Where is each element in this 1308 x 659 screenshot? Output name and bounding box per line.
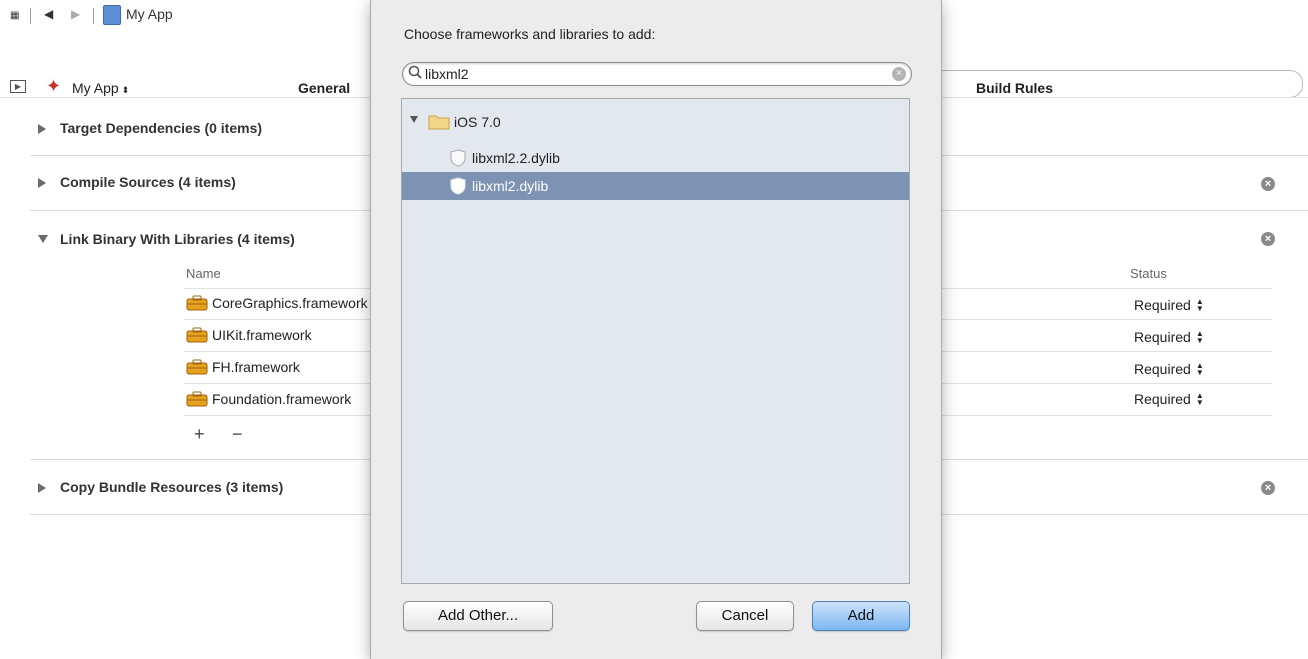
disclosure-triangle-icon[interactable] (38, 483, 46, 493)
disclosure-triangle-expanded-icon[interactable] (38, 235, 48, 243)
back-arrow-icon[interactable]: ◀ (44, 6, 53, 22)
chevron-updown-icon: ⬍ (121, 85, 130, 95)
framework-toolbox-icon (186, 327, 208, 343)
project-file-icon (103, 5, 121, 25)
framework-list[interactable]: iOS 7.0 libxml2.2.dylib libxml2.dylib (401, 98, 910, 584)
library-item-name: libxml2.2.dylib (472, 150, 560, 166)
separator (93, 8, 94, 24)
status-selector[interactable]: Required ▲ ▼ (1134, 391, 1204, 407)
disclosure-triangle-icon[interactable] (38, 178, 46, 188)
library-shield-icon (450, 177, 466, 198)
list-item[interactable]: libxml2.2.dylib (402, 144, 909, 172)
folder-icon (428, 113, 450, 133)
add-frameworks-sheet: Choose frameworks and libraries to add: … (371, 0, 941, 659)
add-button[interactable]: Add (812, 601, 910, 631)
add-other-button[interactable]: Add Other... (403, 601, 553, 631)
sheet-title: Choose frameworks and libraries to add: (404, 26, 656, 42)
stepper-icon: ▲ ▼ (1195, 297, 1204, 313)
target-selector[interactable]: My App ⬍ (72, 80, 129, 96)
target-name: My App (72, 80, 119, 96)
table-row[interactable]: CoreGraphics.framework (186, 295, 368, 311)
list-item-selected[interactable]: libxml2.dylib (402, 172, 909, 200)
app-target-icon: ✦ (46, 76, 62, 96)
framework-toolbox-icon (186, 295, 208, 311)
delete-phase-icon[interactable]: × (1261, 177, 1275, 191)
table-row[interactable]: Foundation.framework (186, 391, 351, 407)
phase-copy-bundle-resources[interactable]: Copy Bundle Resources (3 items) (60, 479, 283, 495)
disclosure-triangle-icon[interactable] (38, 124, 46, 134)
status-value: Required (1134, 391, 1191, 407)
group-label: iOS 7.0 (454, 114, 501, 130)
table-row[interactable]: FH.framework (186, 359, 300, 375)
search-input[interactable]: libxml2 (425, 66, 469, 82)
library-name: UIKit.framework (212, 327, 312, 343)
stepper-icon: ▲ ▼ (1195, 391, 1204, 407)
build-phases-filter-field[interactable] (930, 70, 1303, 98)
disclosure-triangle-expanded-icon[interactable] (410, 116, 418, 123)
cancel-button[interactable]: Cancel (696, 601, 794, 631)
status-value: Required (1134, 297, 1191, 313)
column-header-name[interactable]: Name (186, 266, 221, 281)
framework-toolbox-icon (186, 391, 208, 407)
search-icon (408, 65, 422, 82)
library-shield-icon (450, 149, 466, 170)
delete-phase-icon[interactable]: × (1261, 232, 1275, 246)
stepper-icon: ▲ ▼ (1195, 361, 1204, 377)
sidebar-toggle-icon[interactable]: ▶ (10, 80, 26, 93)
list-group-row[interactable]: iOS 7.0 (402, 109, 909, 137)
library-name: Foundation.framework (212, 391, 352, 407)
status-selector[interactable]: Required ▲ ▼ (1134, 329, 1204, 345)
status-value: Required (1134, 361, 1191, 377)
column-header-status[interactable]: Status (1130, 266, 1167, 281)
remove-library-button[interactable]: − (232, 424, 243, 445)
clear-search-icon[interactable]: × (892, 67, 906, 81)
library-item-name: libxml2.dylib (472, 178, 549, 194)
tab-general[interactable]: General (298, 80, 350, 96)
framework-search-field[interactable]: libxml2 × (402, 62, 912, 86)
framework-toolbox-icon (186, 359, 208, 375)
separator (30, 8, 31, 24)
library-name: FH.framework (212, 359, 300, 375)
table-row[interactable]: UIKit.framework (186, 327, 312, 343)
phase-link-binary[interactable]: Link Binary With Libraries (4 items) (60, 231, 295, 247)
phase-compile-sources[interactable]: Compile Sources (4 items) (60, 174, 236, 190)
library-name: CoreGraphics.framework (212, 295, 368, 311)
add-library-button[interactable]: + (194, 424, 205, 445)
stepper-icon: ▲ ▼ (1195, 329, 1204, 345)
delete-phase-icon[interactable]: × (1261, 481, 1275, 495)
status-selector[interactable]: Required ▲ ▼ (1134, 297, 1204, 313)
status-selector[interactable]: Required ▲ ▼ (1134, 361, 1204, 377)
status-value: Required (1134, 329, 1191, 345)
phase-target-dependencies[interactable]: Target Dependencies (0 items) (60, 120, 262, 136)
project-breadcrumb[interactable]: My App (126, 6, 173, 22)
forward-arrow-icon[interactable]: ▶ (71, 6, 80, 22)
related-items-grid-icon[interactable]: ▦ (10, 8, 20, 24)
